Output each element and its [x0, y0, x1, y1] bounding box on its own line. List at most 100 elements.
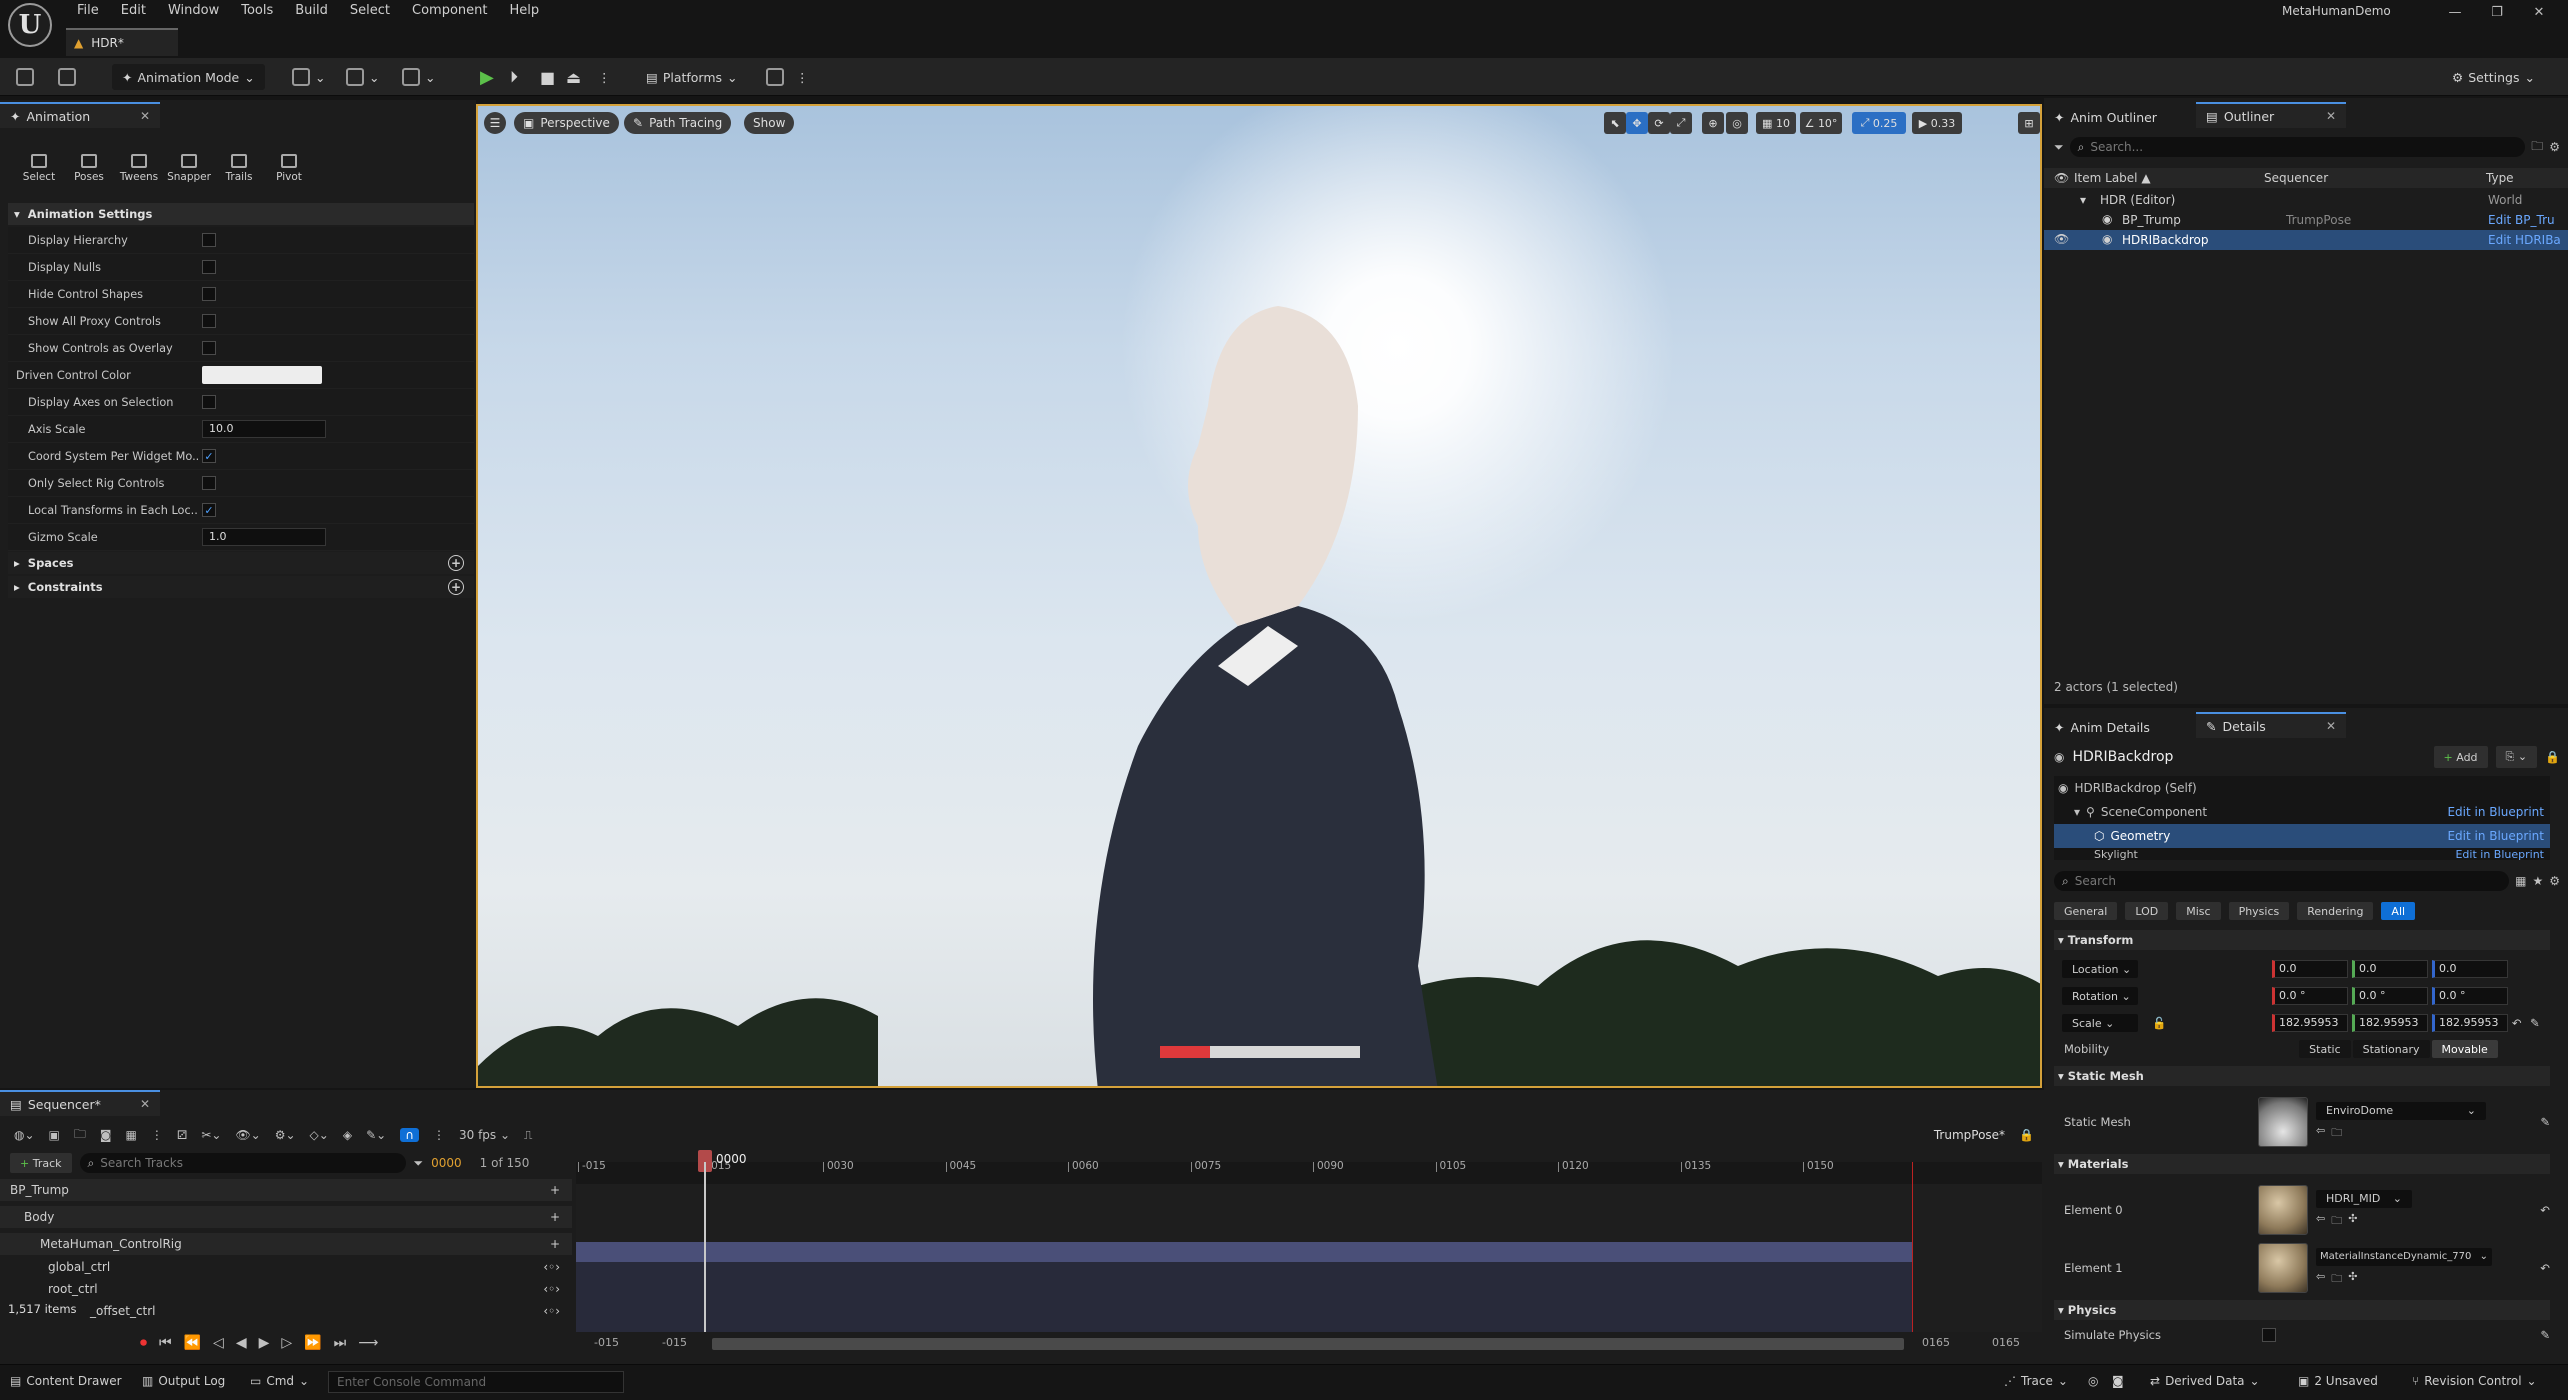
- filter-icon[interactable]: ⏷: [414, 1156, 424, 1171]
- menu-window[interactable]: Window: [157, 0, 230, 22]
- rotation-y-field[interactable]: 0.0 °: [2352, 987, 2428, 1005]
- outliner-row-hdri[interactable]: 👁 ◉ HDRIBackdrop Edit HDRIBa: [2044, 230, 2568, 250]
- reset-icon[interactable]: ↶: [2512, 1016, 2530, 1030]
- derived-data-dropdown[interactable]: ⇄ Derived Data ⌄: [2150, 1374, 2260, 1388]
- platforms-dropdown[interactable]: ▤ Platforms ⌄: [646, 64, 738, 90]
- anim-prop-number[interactable]: 10.0: [202, 420, 326, 438]
- play-reverse-icon[interactable]: ◀: [236, 1335, 247, 1351]
- add-track-icon[interactable]: +: [550, 1183, 560, 1197]
- timeline-scrollbar[interactable]: [712, 1338, 1904, 1350]
- mobility-static[interactable]: Static: [2299, 1040, 2351, 1058]
- anim-prop-checkbox[interactable]: ✓: [202, 503, 216, 517]
- show-button[interactable]: Show: [744, 112, 795, 134]
- tab-sequencer[interactable]: ▤ Sequencer* ✕: [0, 1090, 160, 1116]
- rotation-x-field[interactable]: 0.0 °: [2272, 987, 2348, 1005]
- sequencer-track[interactable]: BP_Trump +: [0, 1179, 572, 1201]
- pick-icon[interactable]: ✎: [2540, 1115, 2550, 1129]
- viewport-menu-icon[interactable]: ☰: [484, 112, 506, 134]
- tool-snapper[interactable]: Snapper: [164, 153, 214, 183]
- mobility-movable[interactable]: Movable: [2431, 1040, 2498, 1058]
- filter-physics[interactable]: Physics: [2228, 902, 2290, 920]
- rotation-dropdown[interactable]: Rotation ⌄: [2062, 987, 2138, 1005]
- restore-icon[interactable]: ❐: [2482, 2, 2512, 24]
- edit-in-blueprint-link[interactable]: Edit in Blueprint: [2447, 829, 2544, 843]
- edit-in-blueprint-link[interactable]: Edit in Blueprint: [2455, 848, 2544, 860]
- range-end-a[interactable]: 0165: [1922, 1336, 1950, 1349]
- component-skylight[interactable]: Skylight Edit in Blueprint: [2054, 848, 2550, 860]
- save-icon[interactable]: ▣: [49, 1128, 60, 1142]
- location-z-field[interactable]: 0.0: [2432, 960, 2508, 978]
- row-type-link[interactable]: Edit BP_Tru: [2488, 213, 2555, 227]
- tab-anim-outliner[interactable]: ✦ Anim Outliner: [2044, 104, 2184, 130]
- reset-icon[interactable]: ↶: [2540, 1261, 2550, 1275]
- tab-details[interactable]: ✎ Details ✕: [2196, 712, 2346, 738]
- sequencer-track[interactable]: MetaHuman_ControlRig +: [0, 1233, 572, 1255]
- anim-prop-checkbox[interactable]: [202, 314, 216, 328]
- anim-prop-checkbox[interactable]: [202, 341, 216, 355]
- col-sequencer[interactable]: Sequencer: [2264, 171, 2328, 185]
- key-icon[interactable]: ◇⌄: [310, 1128, 329, 1142]
- grid-snap-button[interactable]: ▦ 10: [1756, 112, 1796, 134]
- anim-prop-checkbox[interactable]: [202, 260, 216, 274]
- tab-anim-details[interactable]: ✦ Anim Details: [2044, 714, 2184, 740]
- eye-icon[interactable]: 👁: [2054, 232, 2069, 246]
- gear-icon[interactable]: ⚙: [2549, 874, 2560, 888]
- menu-tools[interactable]: Tools: [230, 0, 284, 22]
- menu-file[interactable]: File: [66, 0, 110, 22]
- menu-edit[interactable]: Edit: [110, 0, 157, 22]
- add-folder-icon[interactable]: 🗀: [2531, 137, 2543, 158]
- more-icon[interactable]: ⋮: [598, 64, 611, 90]
- loop-icon[interactable]: ⟶: [358, 1335, 378, 1351]
- location-dropdown[interactable]: Location ⌄: [2062, 960, 2138, 978]
- close-icon[interactable]: ✕: [140, 109, 150, 123]
- camera-speed-button[interactable]: ▶ 0.33: [1912, 112, 1962, 134]
- outliner-row-bp-trump[interactable]: ◉ BP_Trump TrumpPose Edit BP_Tru: [2044, 210, 2568, 230]
- transform-section[interactable]: ▾ Transform: [2054, 930, 2550, 950]
- revision-control-dropdown[interactable]: ⑂ Revision Control ⌄: [2412, 1374, 2537, 1388]
- source-control-icon[interactable]: [58, 64, 76, 90]
- folder-icon[interactable]: 🗀: [2331, 1270, 2342, 1289]
- sequencer-track[interactable]: root_ctrl ‹◦›: [0, 1278, 572, 1300]
- component-geometry[interactable]: ⬡ Geometry Edit in Blueprint: [2054, 824, 2550, 848]
- scale-x-field[interactable]: 182.95953: [2272, 1014, 2348, 1032]
- constraints-section[interactable]: ▸ Constraints +: [8, 576, 474, 598]
- anim-prop-checkbox[interactable]: [202, 395, 216, 409]
- lock-icon[interactable]: 🔒: [2019, 1128, 2034, 1142]
- material-thumbnail[interactable]: [2258, 1243, 2308, 1293]
- tools-icon[interactable]: ✂⌄: [201, 1128, 221, 1142]
- save-icon[interactable]: [16, 64, 34, 90]
- sequencer-track[interactable]: global_ctrl ‹◦›: [0, 1256, 572, 1278]
- more-icon[interactable]: ⋮: [796, 64, 809, 90]
- blueprint-icon[interactable]: ⌄: [346, 64, 379, 90]
- angle-snap-button[interactable]: ∠ 10°: [1800, 112, 1842, 134]
- view-icon[interactable]: 👁⌄: [235, 1128, 260, 1142]
- close-icon[interactable]: ✕: [140, 1097, 150, 1111]
- minimize-icon[interactable]: —: [2440, 2, 2470, 24]
- menu-component[interactable]: Component: [401, 0, 498, 22]
- translate-icon[interactable]: ✥: [1626, 112, 1648, 134]
- filter-icon[interactable]: ⏷: [2054, 140, 2064, 155]
- scale-z-field[interactable]: 182.95953: [2432, 1014, 2508, 1032]
- static-mesh-dropdown[interactable]: EnviroDome ⌄: [2316, 1101, 2486, 1120]
- level-tab[interactable]: ▲ HDR*: [66, 28, 178, 56]
- jump-end-icon[interactable]: ⏭: [334, 1335, 347, 1351]
- anim-prop-color[interactable]: [202, 366, 322, 384]
- current-frame[interactable]: 0000: [431, 1156, 462, 1170]
- menu-help[interactable]: Help: [498, 0, 550, 22]
- pick-icon[interactable]: ✎: [2530, 1016, 2550, 1030]
- more-icon[interactable]: ⋮: [433, 1128, 445, 1142]
- step-forward-icon[interactable]: ▷: [281, 1335, 292, 1351]
- details-search-input[interactable]: ⌕ Search: [2054, 871, 2510, 891]
- row-type-link[interactable]: Edit HDRIBa: [2488, 233, 2561, 247]
- sequencer-track[interactable]: _offset_ctrl ‹◦›: [0, 1300, 572, 1322]
- coord-world-icon[interactable]: ⊕: [1702, 112, 1724, 134]
- add-track-icon[interactable]: +: [550, 1237, 560, 1251]
- world-icon[interactable]: ◍⌄: [14, 1128, 35, 1142]
- key-nav-icon[interactable]: ‹◦›: [543, 1282, 560, 1296]
- blueprint-options-icon[interactable]: ⎘ ⌄: [2495, 746, 2538, 768]
- element1-dropdown[interactable]: MaterialInstanceDynamic_770 ⌄: [2316, 1247, 2492, 1266]
- curve-editor-icon[interactable]: ⎍: [524, 1128, 532, 1143]
- tab-outliner[interactable]: ▤ Outliner ✕: [2196, 102, 2346, 128]
- browse-icon[interactable]: ⇦: [2316, 1212, 2325, 1231]
- record-status-icon[interactable]: ◎: [2088, 1374, 2098, 1388]
